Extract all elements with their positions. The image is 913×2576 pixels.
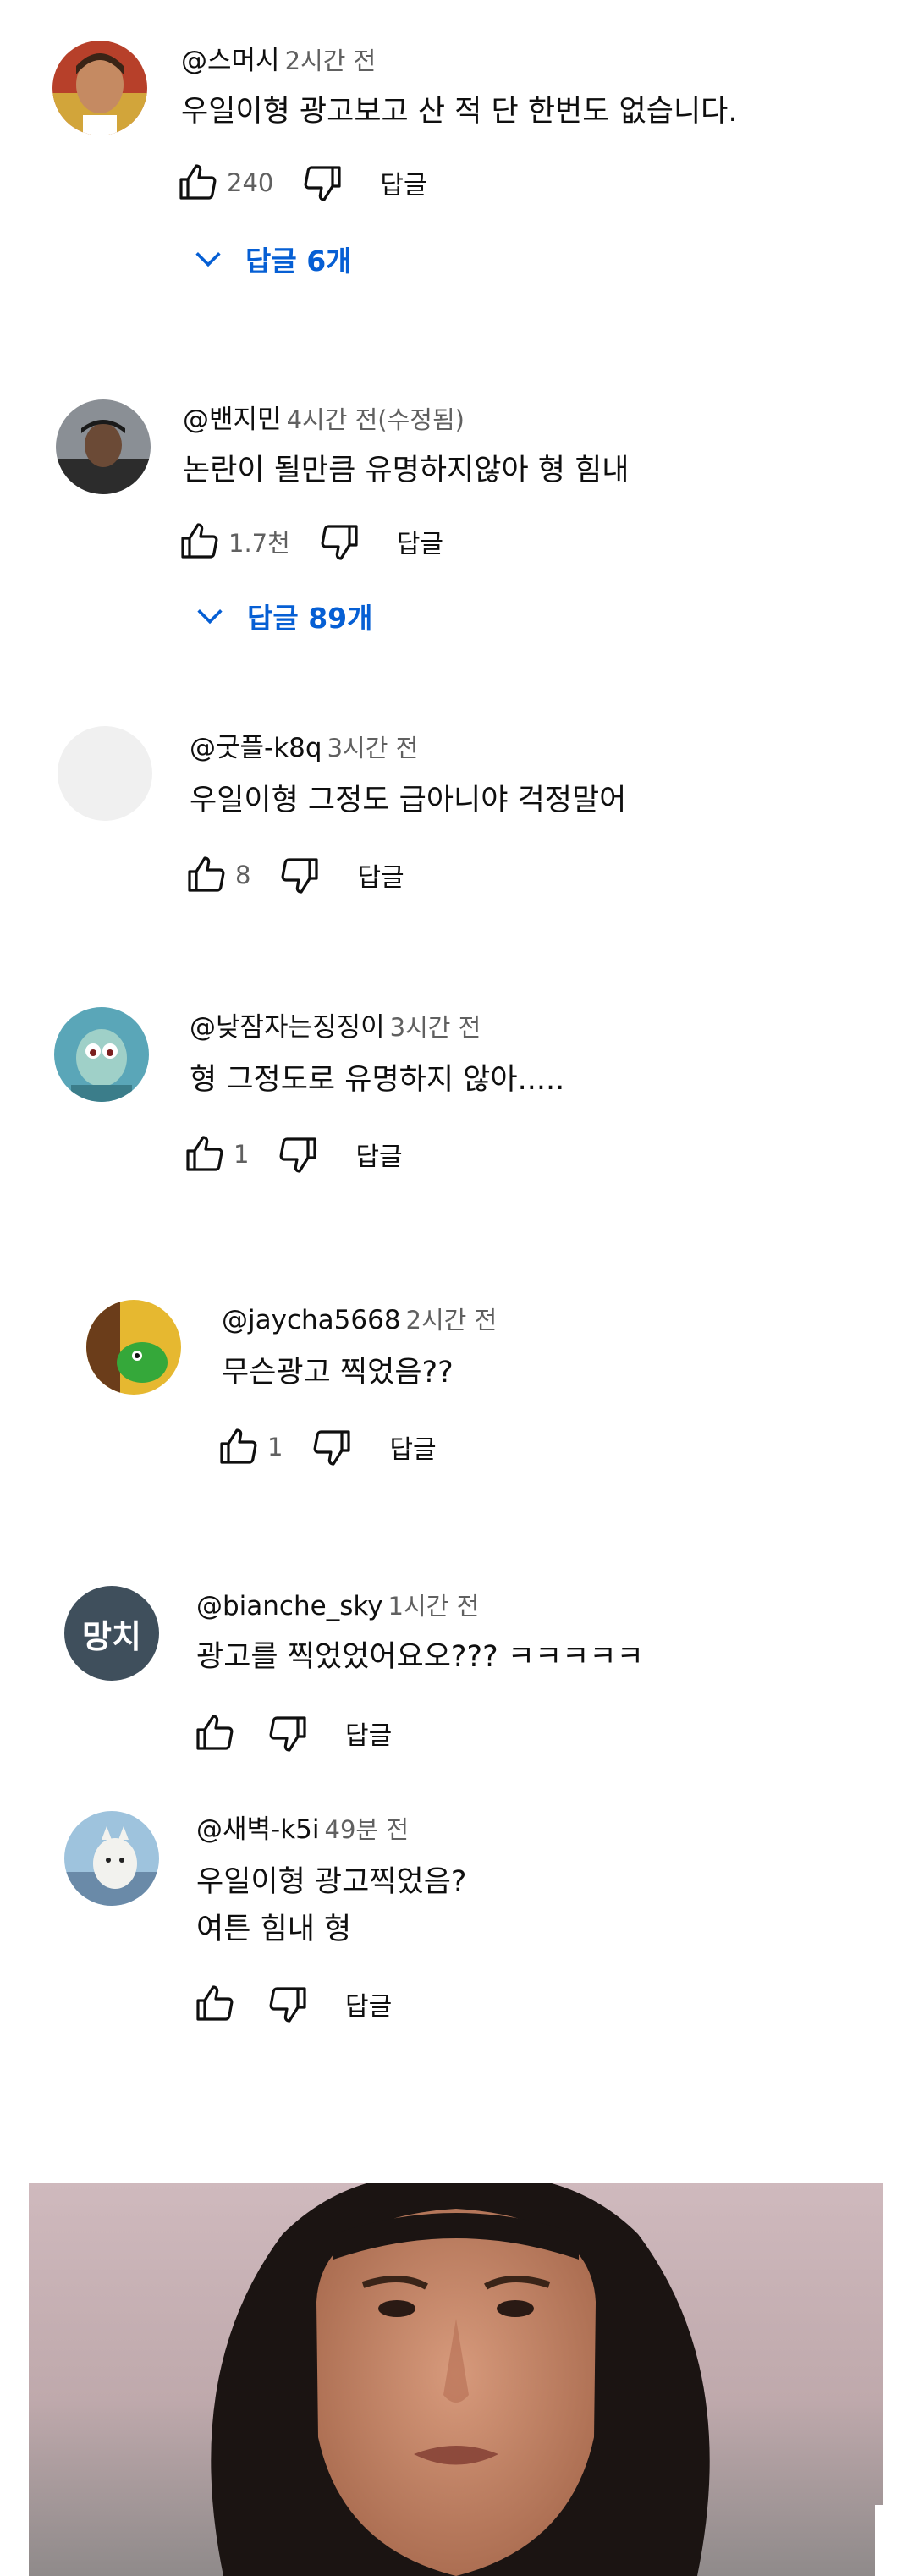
timestamp[interactable]: 2시간 전 [285,47,377,75]
thumbs-down-icon [282,858,319,894]
reply-button[interactable]: 답글 [357,856,404,894]
avatar-placeholder[interactable] [58,726,152,821]
thumbs-up-icon [196,1715,234,1750]
author-name[interactable]: @굿플-k8q [190,733,322,763]
thumbs-up-icon [196,1985,234,2021]
comment-header: @새벽-k5i 49분 전 [196,1811,409,1848]
avatar[interactable] [54,1007,149,1102]
like-count: 8 [235,861,251,889]
like-button[interactable] [183,851,230,899]
comment-actions: 1.7천 답글 [176,516,443,567]
like-button[interactable] [191,1709,239,1757]
portrait-photo [29,2183,883,2576]
timestamp[interactable]: 4시간 전(수정됨) [287,405,465,434]
thumbs-down-icon [269,1987,306,2023]
comment-header: @bianche_sky 1시간 전 [196,1588,479,1625]
author-name[interactable]: @새벽-k5i [196,1814,320,1845]
comment-text: 무슨광고 찍었음?? [222,1356,454,1390]
comment-actions: 답글 [191,1979,392,2029]
thumbs-down-icon [280,1137,317,1173]
reply-button[interactable]: 답글 [397,523,443,560]
like-count: 1.7천 [228,529,290,558]
author-name[interactable]: @jaycha5668 [222,1305,401,1335]
dislike-button[interactable] [299,159,346,206]
comment-actions: 1 답글 [215,1422,437,1472]
view-replies-button[interactable]: 답글 6개 [191,239,352,279]
avatar[interactable]: 망치 [64,1586,159,1681]
author-name[interactable]: @밴지민 [183,405,282,435]
comment-actions: 8 답글 [183,850,404,900]
author-name[interactable]: @bianche_sky [196,1591,383,1621]
avatar[interactable] [52,41,147,135]
avatar[interactable] [86,1300,181,1395]
dislike-button[interactable] [264,1709,311,1757]
comment-text: 우일이형 광고찍었음? 여튼 힘내 형 [196,1865,467,1946]
reply-button[interactable]: 답글 [355,1136,402,1173]
avatar[interactable] [64,1811,159,1906]
comment-text: 형 그정도로 유명하지 않아..... [190,1063,565,1097]
dislike-button[interactable] [316,518,363,565]
comment-actions: 1 답글 [181,1129,403,1180]
chevron-down-icon [195,252,221,267]
thumbs-up-icon [188,856,225,892]
timestamp[interactable]: 2시간 전 [406,1306,498,1335]
comment-text: 우일이형 그정도 급아니야 걱정말어 [190,784,627,817]
avatar[interactable] [56,399,151,494]
comment-text: 우일이형 광고보고 산 적 단 한번도 없습니다. [181,95,738,129]
like-button[interactable] [174,159,222,206]
avatar-initials: 망치 [82,1617,141,1655]
thumbs-up-icon [179,164,217,200]
reply-button[interactable]: 답글 [345,1985,392,2023]
like-button[interactable] [181,1131,228,1178]
comment-header: @낮잠자는징징이 3시간 전 [190,1009,481,1046]
thumbs-down-icon [321,525,358,560]
chevron-down-icon [197,609,223,625]
timestamp[interactable]: 3시간 전 [390,1013,481,1042]
view-replies-button[interactable]: 답글 89개 [193,596,373,636]
thumbs-up-icon [220,1428,257,1464]
thumbs-down-icon [314,1430,351,1466]
like-count: 1 [267,1433,283,1461]
thumbs-down-icon [304,166,341,201]
timestamp[interactable]: 1시간 전 [388,1592,480,1621]
like-button[interactable] [215,1423,262,1471]
view-replies-label: 답글 89개 [247,602,373,635]
reply-button[interactable]: 답글 [380,164,426,201]
comment-header: @jaycha5668 2시간 전 [222,1302,497,1339]
comment-header: @굿플-k8q 3시간 전 [190,729,418,767]
dislike-button[interactable] [308,1423,355,1471]
comment-actions: 답글 [191,1708,392,1759]
author-name[interactable]: @스머시 [181,46,280,76]
timestamp[interactable]: 3시간 전 [327,734,419,762]
like-count: 1 [234,1140,250,1169]
comment-text: 논란이 될만큼 유명하지않아 형 힘내 [183,454,630,487]
timestamp[interactable]: 49분 전 [325,1815,409,1844]
comment-header: @스머시 2시간 전 [181,42,376,80]
comment-actions: 240 답글 [174,157,427,208]
dislike-button[interactable] [264,1980,311,2028]
like-count: 240 [227,168,274,197]
dislike-button[interactable] [276,851,323,899]
thumbs-down-icon [269,1716,306,1752]
reply-button[interactable]: 답글 [345,1715,392,1752]
like-button[interactable] [191,1980,239,2028]
comment-header: @밴지민 4시간 전(수정됨) [183,401,465,438]
like-button[interactable] [176,518,223,565]
thumbs-up-icon [181,523,218,559]
comment-text: 광고를 찍었었어요오??? ㅋㅋㅋㅋㅋ [196,1640,644,1674]
view-replies-label: 답글 6개 [245,245,352,278]
reply-button[interactable]: 답글 [389,1428,436,1466]
thumbs-up-icon [186,1136,223,1171]
dislike-button[interactable] [274,1131,322,1178]
author-name[interactable]: @낮잠자는징징이 [190,1012,385,1043]
